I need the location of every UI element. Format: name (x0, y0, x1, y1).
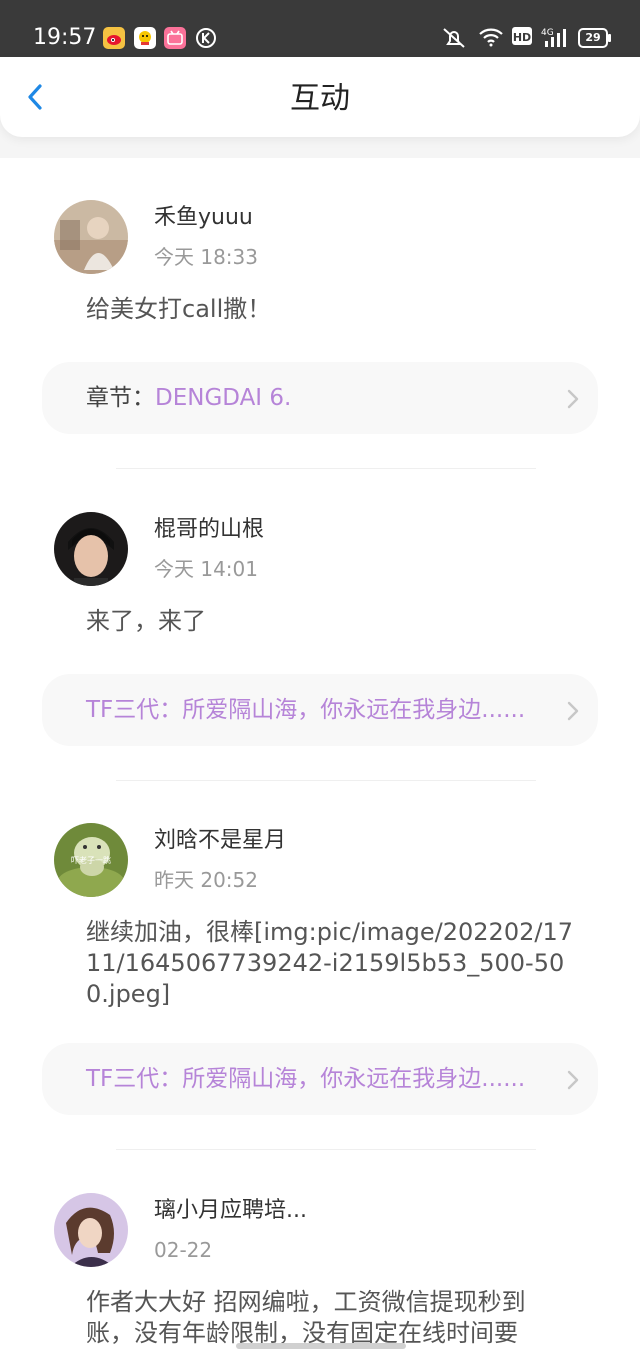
wifi-icon (478, 26, 504, 48)
comment-time: 02-22 (154, 1238, 213, 1262)
avatar[interactable] (54, 512, 128, 586)
chevron-right-icon (567, 1070, 579, 1090)
weibo-icon (103, 27, 125, 49)
username[interactable]: 刘晗不是星月 (154, 827, 286, 855)
avatar[interactable]: 吓老子一跳 (54, 823, 128, 897)
divider (116, 780, 536, 781)
comment-text: 来了，来了 (86, 607, 206, 635)
chapter-link[interactable]: 章节：DENGDAI 6. (42, 362, 598, 434)
comment-text: 给美女打call撒！ (86, 295, 272, 323)
status-time: 19:57 (33, 25, 97, 50)
chapter-link[interactable]: TF三代：所爱隔山海，你永远在我身边...... (42, 1043, 598, 1115)
chapter-prefix: 章节： (86, 385, 155, 411)
chapter-name: TF三代：所爱隔山海，你永远在我身边...... (86, 1066, 526, 1092)
chapter-title: TF三代：所爱隔山海，你永远在我身边...... (86, 1063, 525, 1095)
status-bar: 19:57 HD 4G 29 (0, 0, 640, 57)
interaction-list: 禾鱼yuuu 今天 18:33 给美女打call撒！ 章节：DENGDAI 6.… (0, 158, 640, 1351)
comment-text: 作者大大好 招网编啦，工资微信提现秒到账，没有年龄限制，没有固定在线时间要 (86, 1288, 526, 1347)
divider (116, 468, 536, 469)
battery-indicator: 29 (578, 28, 611, 48)
chapter-link[interactable]: TF三代：所爱隔山海，你永远在我身边...... (42, 674, 598, 746)
page-title: 互动 (290, 81, 350, 116)
chapter-name: DENGDAI 6. (155, 385, 292, 411)
mute-icon (440, 26, 468, 50)
signal-icon: 4G (541, 26, 569, 48)
comment-time: 昨天 20:52 (154, 868, 258, 892)
qq-browser-icon (134, 27, 156, 49)
chapter-title: TF三代：所爱隔山海，你永远在我身边...... (86, 694, 525, 726)
chapter-title: 章节：DENGDAI 6. (86, 382, 291, 414)
comment-time: 今天 14:01 (154, 557, 258, 581)
k-app-icon (195, 27, 217, 49)
username[interactable]: 璃小月应聘培... (154, 1197, 307, 1225)
avatar[interactable] (54, 1193, 128, 1267)
avatar-caption: 吓老子一跳 (71, 855, 111, 865)
chapter-name: TF三代：所爱隔山海，你永远在我身边...... (86, 697, 526, 723)
comment-time: 今天 18:33 (154, 245, 258, 269)
username[interactable]: 棍哥的山根 (154, 516, 264, 544)
svg-text:4G: 4G (541, 28, 554, 38)
avatar[interactable] (54, 200, 128, 274)
chevron-right-icon (567, 701, 579, 721)
svg-text:HD: HD (513, 31, 531, 44)
comment-text: 继续加油，很棒[img:pic/image/202202/1711/164506… (86, 918, 573, 1008)
bilibili-icon (164, 27, 186, 49)
hd-icon: HD (511, 26, 533, 46)
divider (116, 1149, 536, 1150)
home-indicator[interactable] (236, 1343, 406, 1349)
chevron-right-icon (567, 389, 579, 409)
username[interactable]: 禾鱼yuuu (154, 204, 253, 232)
app-header: 互动 (0, 57, 640, 137)
